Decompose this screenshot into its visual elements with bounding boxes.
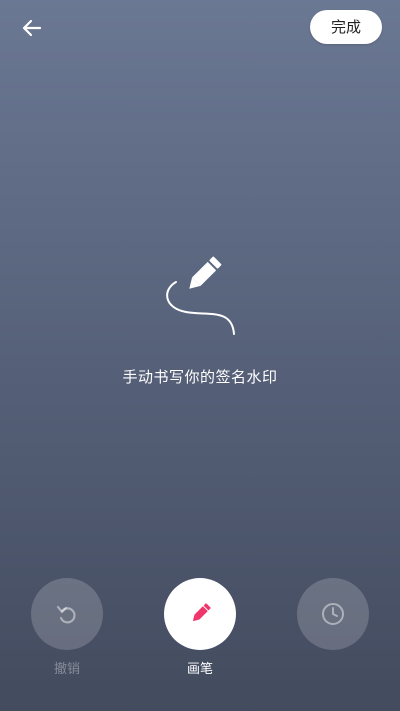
clock-icon xyxy=(322,603,344,625)
undo-tool[interactable]: 撤销 xyxy=(31,578,103,677)
back-button[interactable] xyxy=(18,14,46,42)
undo-label: 撤销 xyxy=(53,662,80,677)
history-tool[interactable] xyxy=(297,578,369,658)
pencil-icon xyxy=(192,603,211,622)
hint-text: 手动书写你的签名水印 xyxy=(122,368,278,386)
pen-tool[interactable]: 画笔 xyxy=(164,578,236,677)
undo-button[interactable] xyxy=(31,578,103,650)
signature-hint-illustration xyxy=(150,238,250,348)
done-button[interactable]: 完成 xyxy=(310,10,382,44)
history-button[interactable] xyxy=(297,578,369,650)
arrow-left-icon xyxy=(22,19,42,37)
pen-label: 画笔 xyxy=(186,662,213,677)
pen-button[interactable] xyxy=(164,578,236,650)
pen-signature-icon xyxy=(166,256,235,335)
undo-icon xyxy=(56,605,76,624)
